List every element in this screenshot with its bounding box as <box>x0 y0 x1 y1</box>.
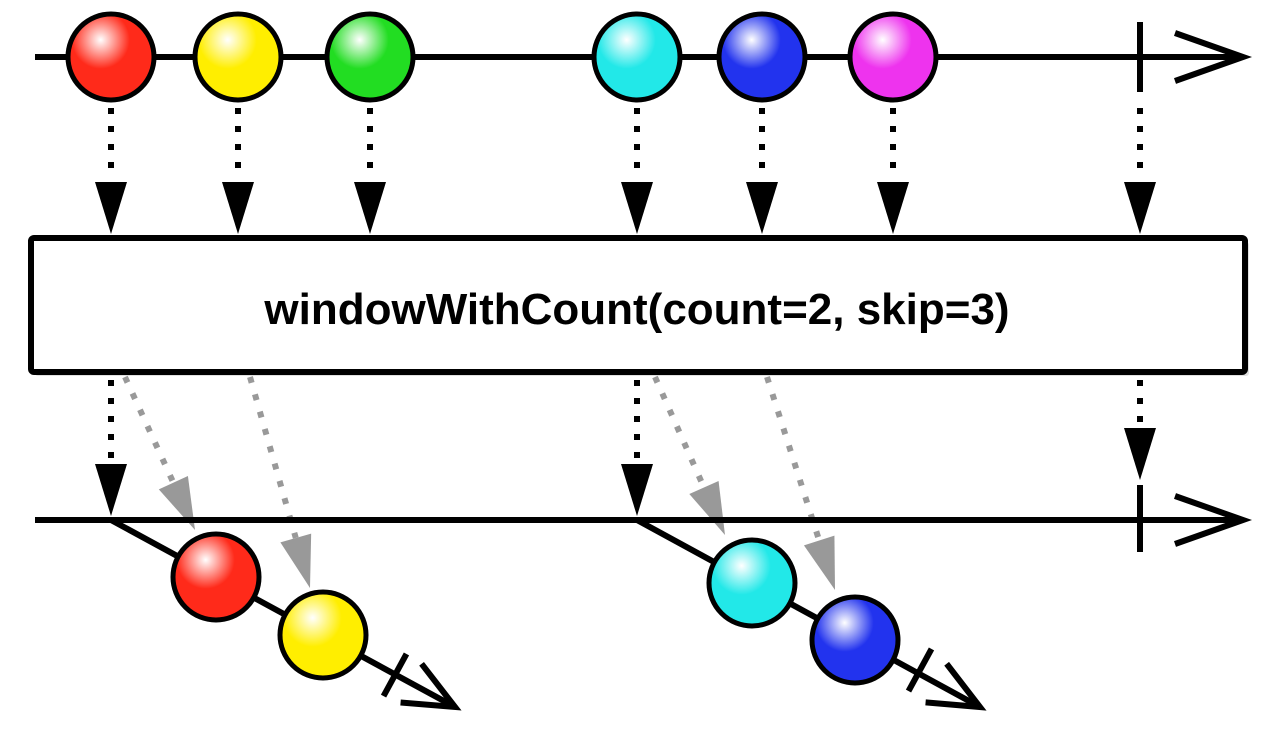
window-2-item-connector-1-arrow <box>689 480 725 535</box>
window-completion-tick-1 <box>380 652 410 698</box>
input-marble-cyan <box>591 11 683 103</box>
window-stream-arrowhead-1 <box>400 661 462 711</box>
window-open-arrow-1 <box>95 464 127 516</box>
window-1-marble-red <box>170 531 262 623</box>
input-marble-green-circle <box>324 11 416 103</box>
input-arrow-cyan <box>621 182 653 234</box>
input-arrow-magenta <box>877 182 909 234</box>
input-marble-magenta-circle <box>847 11 939 103</box>
marble-diagram: windowWithCount(count=2, skip=3) <box>28 11 1253 711</box>
window-1-marble-yellow <box>277 589 369 681</box>
input-arrow-blue <box>746 182 778 234</box>
input-arrow-complete <box>1124 182 1156 234</box>
window-1-item-connector-2 <box>247 376 299 539</box>
window-2-marble-blue-circle <box>809 594 901 686</box>
input-marble-yellow-circle <box>192 11 284 103</box>
input-marble-green <box>324 11 416 103</box>
operator-label: windowWithCount(count=2, skip=3) <box>263 285 1009 334</box>
input-marble-yellow <box>192 11 284 103</box>
window-1-item-connector-1 <box>122 375 177 484</box>
window-stream-1 <box>109 517 462 711</box>
input-marble-red-circle <box>65 11 157 103</box>
input-arrow-green <box>354 182 386 234</box>
window-1-marble-yellow-circle <box>277 589 369 681</box>
window-streams <box>109 517 987 711</box>
input-marble-red <box>65 11 157 103</box>
window-2-marble-cyan <box>706 537 798 629</box>
input-marble-cyan-circle <box>591 11 683 103</box>
window-2-marble-cyan-circle <box>706 537 798 629</box>
window-2-item-connector-2 <box>764 376 823 542</box>
input-marble-magenta <box>847 11 939 103</box>
input-arrow-yellow <box>222 182 254 234</box>
input-marble-blue-circle <box>716 11 808 103</box>
window-2-item-connector-1 <box>652 375 707 489</box>
input-arrow-red <box>95 182 127 234</box>
input-marble-blue <box>716 11 808 103</box>
window-2-marble-blue <box>809 594 901 686</box>
window-stream-arrowhead-2 <box>925 661 987 711</box>
window-1-item-connector-2-arrow <box>280 533 312 588</box>
input-connectors <box>95 108 1156 234</box>
window-open-arrow-2 <box>621 464 653 516</box>
output-arrow-complete <box>1124 428 1156 480</box>
operator-box: windowWithCount(count=2, skip=3) <box>28 235 1249 376</box>
window-1-marble-red-circle <box>170 531 262 623</box>
window-2-item-connector-2-arrow <box>803 535 835 590</box>
